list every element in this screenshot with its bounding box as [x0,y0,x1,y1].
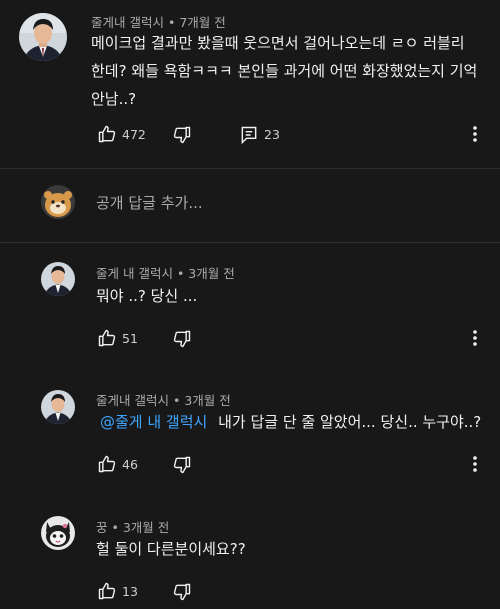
avatar[interactable] [41,390,75,424]
like-count: 51 [122,331,138,346]
avatar[interactable] [41,262,75,296]
reply-author[interactable]: 줄게 내 갤럭시 [96,266,173,281]
more-icon[interactable] [471,124,479,144]
like-count: 13 [122,584,138,599]
separator: • [176,266,185,281]
dislike-icon[interactable] [172,455,192,475]
like-icon[interactable] [97,328,117,348]
comment-text: 메이크업 결과만 봤을때 웃으면서 걸어나오는데 ㄹㅇ 러블리 한데? 왜들 욕… [91,29,493,113]
reply-meta: 꿍 • 3개월 전 [96,517,169,536]
reply-author[interactable]: 꿍 [96,520,108,535]
more-icon[interactable] [471,454,479,474]
reply-text: 헐 둘이 다른분이세요?? [96,540,246,558]
reply-meta: 줄게 내 갤럭시 • 3개월 전 [96,263,235,282]
comment-text-line: 안남..? [91,90,137,108]
like-icon[interactable] [97,581,117,601]
reply-input[interactable]: 공개 답글 추가... [96,192,203,213]
more-icon[interactable] [471,328,479,348]
reply-meta: 줄게내 갤럭시 • 3개월 전 [96,390,231,409]
like-count: 472 [122,127,146,142]
like-icon[interactable] [97,454,117,474]
divider [0,168,500,169]
mention-link[interactable]: @줄게 내 갤럭시 [100,413,207,431]
reply-text-content: 내가 답글 단 줄 알았어... 당신.. 누구야..? [218,413,482,431]
avatar[interactable] [41,516,75,550]
comment-text-line: 메이크업 결과만 봤을때 웃으면서 걸어나오는데 ㄹㅇ 러블리 [91,34,465,52]
comment-time: 7개월 전 [179,15,226,30]
current-user-avatar [41,185,75,219]
reply-author[interactable]: 줄게내 갤럭시 [96,393,169,408]
reply-text: 뭐야 ..? 당신 ... [96,287,198,305]
separator: • [172,393,181,408]
reply-time: 3개월 전 [122,520,170,535]
like-icon[interactable] [97,124,117,144]
reply-text: @줄게 내 갤럭시 내가 답글 단 줄 알았어... 당신.. 누구야..? [100,408,481,436]
comment-text-line: 한데? 왜들 욕함ㅋㅋㅋ 본인들 과거에 어떤 화장했었는지 기억 [91,62,478,80]
dislike-icon[interactable] [172,125,192,145]
separator: • [111,520,119,535]
reply-time: 3개월 전 [184,393,231,408]
comment-author[interactable]: 줄게내 갤럭시 [91,15,164,30]
like-count: 46 [122,457,138,472]
dislike-icon[interactable] [172,329,192,349]
dislike-icon[interactable] [172,582,192,602]
reply-count[interactable]: 23 [264,127,280,142]
separator: • [167,15,176,30]
divider [0,242,500,243]
reply-time: 3개월 전 [188,266,235,281]
avatar[interactable] [19,13,67,61]
reply-icon[interactable] [239,125,259,145]
